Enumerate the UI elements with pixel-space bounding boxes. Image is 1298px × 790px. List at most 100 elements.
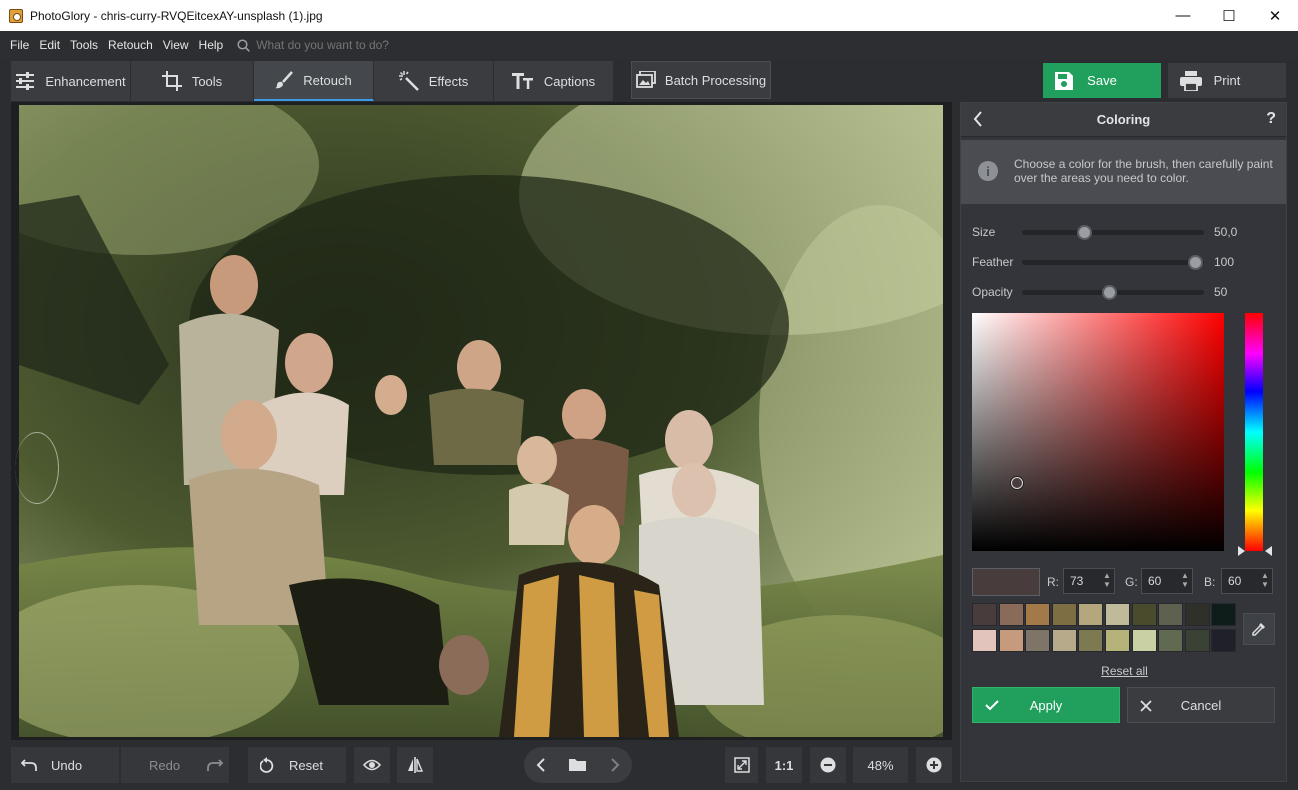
photo[interactable] <box>19 105 943 737</box>
image-canvas[interactable] <box>11 102 952 740</box>
zoom-out-button[interactable] <box>810 747 846 783</box>
color-picker-handle[interactable] <box>1010 476 1023 489</box>
search-input[interactable] <box>256 38 457 52</box>
next-image-icon[interactable] <box>610 758 620 772</box>
reset-button[interactable]: Reset <box>248 747 346 783</box>
undo-button[interactable]: Undo <box>11 747 119 783</box>
previous-image-icon[interactable] <box>536 758 546 772</box>
tab-captions[interactable]: Captions <box>494 61 614 101</box>
preview-toggle-button[interactable] <box>354 747 390 783</box>
main-toolbar: Enhancement Tools Retouch Effects Captio… <box>0 59 1298 102</box>
folder-icon[interactable] <box>568 758 587 772</box>
current-color-swatch <box>972 568 1040 596</box>
size-slider[interactable] <box>1022 225 1204 240</box>
checkmark-icon <box>985 700 999 711</box>
fit-screen-icon <box>733 757 750 773</box>
cancel-button[interactable]: Cancel <box>1127 687 1275 723</box>
red-input[interactable]: 73 ▲ ▼ <box>1063 568 1115 594</box>
menu-file[interactable]: File <box>10 38 29 52</box>
color-swatch[interactable] <box>1025 629 1051 652</box>
tab-enhancement[interactable]: Enhancement <box>11 61 131 101</box>
color-swatch[interactable] <box>1131 629 1157 652</box>
sliders-icon <box>16 72 35 90</box>
color-swatch[interactable] <box>972 629 997 652</box>
size-slider-thumb[interactable] <box>1076 225 1092 240</box>
color-swatch[interactable] <box>1211 603 1237 626</box>
color-swatch[interactable] <box>1105 629 1130 652</box>
color-swatch[interactable] <box>1078 603 1104 626</box>
tab-effects[interactable]: Effects <box>374 61 494 101</box>
tab-strip: Enhancement Tools Retouch Effects Captio… <box>11 61 614 101</box>
cancel-label: Cancel <box>1180 697 1222 713</box>
reset-all-link[interactable]: Reset all <box>961 664 1288 678</box>
color-swatch[interactable] <box>1211 629 1237 652</box>
feather-value: 100 <box>1214 255 1235 269</box>
opacity-value: 50 <box>1214 285 1228 299</box>
color-swatch[interactable] <box>1158 603 1184 626</box>
color-swatch[interactable] <box>1051 603 1077 626</box>
minimize-button[interactable]: — <box>1160 0 1206 31</box>
tab-tools[interactable]: Tools <box>131 61 254 101</box>
eyedropper-button[interactable] <box>1243 613 1275 645</box>
menu-view[interactable]: View <box>163 38 189 52</box>
color-swatch[interactable] <box>1078 629 1104 652</box>
color-swatch[interactable] <box>998 629 1024 652</box>
blue-input[interactable]: 60 ▲ ▼ <box>1221 568 1273 594</box>
menu-tools[interactable]: Tools <box>70 38 98 52</box>
close-icon <box>1140 700 1152 712</box>
maximize-button[interactable]: ☐ <box>1206 0 1252 31</box>
saturation-value-picker[interactable] <box>972 313 1224 551</box>
green-spinner-icon[interactable]: ▲ ▼ <box>1180 571 1190 591</box>
compare-button[interactable] <box>397 747 433 783</box>
color-swatch[interactable] <box>1158 629 1184 652</box>
menu-help[interactable]: Help <box>199 38 224 52</box>
red-spinner-icon[interactable]: ▲ ▼ <box>1102 571 1112 591</box>
print-button[interactable]: Print <box>1168 63 1286 98</box>
help-button[interactable]: ? <box>1266 110 1276 128</box>
fit-to-screen-button[interactable] <box>725 747 758 783</box>
save-label: Save <box>1087 73 1117 88</box>
green-input[interactable]: 60 ▲ ▼ <box>1141 568 1193 594</box>
r-label: R: <box>1047 575 1059 589</box>
tab-label: Enhancement <box>45 73 126 89</box>
color-swatch[interactable] <box>1105 603 1130 626</box>
actual-size-button[interactable]: 1:1 <box>766 747 802 783</box>
blue-spinner-icon[interactable]: ▲ ▼ <box>1260 571 1270 591</box>
image-navigation <box>524 747 632 783</box>
zoom-level[interactable]: 48% <box>853 747 908 783</box>
redo-button[interactable]: Redo <box>121 747 229 783</box>
size-label: Size <box>972 225 996 239</box>
apply-button[interactable]: Apply <box>972 687 1120 723</box>
batch-processing-button[interactable]: Batch Processing <box>631 61 771 99</box>
opacity-slider-thumb[interactable] <box>1102 285 1118 300</box>
zoom-in-icon <box>926 757 942 773</box>
color-swatch[interactable] <box>1184 629 1210 652</box>
color-swatch[interactable] <box>1184 603 1210 626</box>
save-button[interactable]: Save <box>1043 63 1161 98</box>
feather-label: Feather <box>972 255 1014 269</box>
color-swatch[interactable] <box>998 603 1024 626</box>
color-swatch[interactable] <box>1051 629 1077 652</box>
hue-slider-arrows[interactable] <box>1238 546 1272 556</box>
color-swatch[interactable] <box>972 603 997 626</box>
menu-retouch[interactable]: Retouch <box>108 38 153 52</box>
print-label: Print <box>1213 73 1241 88</box>
menu-edit[interactable]: Edit <box>39 38 60 52</box>
color-swatch[interactable] <box>1131 603 1157 626</box>
redo-label: Redo <box>149 757 181 773</box>
close-button[interactable]: ✕ <box>1252 0 1298 31</box>
zoom-in-button[interactable] <box>916 747 952 783</box>
feather-slider-thumb[interactable] <box>1187 255 1203 270</box>
opacity-slider[interactable] <box>1022 285 1204 300</box>
batch-processing-label: Batch Processing <box>664 72 767 88</box>
eyedropper-icon <box>1252 623 1265 636</box>
back-arrow-icon[interactable] <box>973 111 983 127</box>
color-swatch[interactable] <box>1025 603 1051 626</box>
printer-icon <box>1180 71 1202 91</box>
tab-retouch[interactable]: Retouch <box>254 61 374 101</box>
hue-slider[interactable] <box>1245 313 1263 551</box>
tab-label: Tools <box>191 73 223 89</box>
search-icon <box>237 38 251 52</box>
green-value: 60 <box>1148 574 1162 588</box>
feather-slider[interactable] <box>1022 255 1204 270</box>
